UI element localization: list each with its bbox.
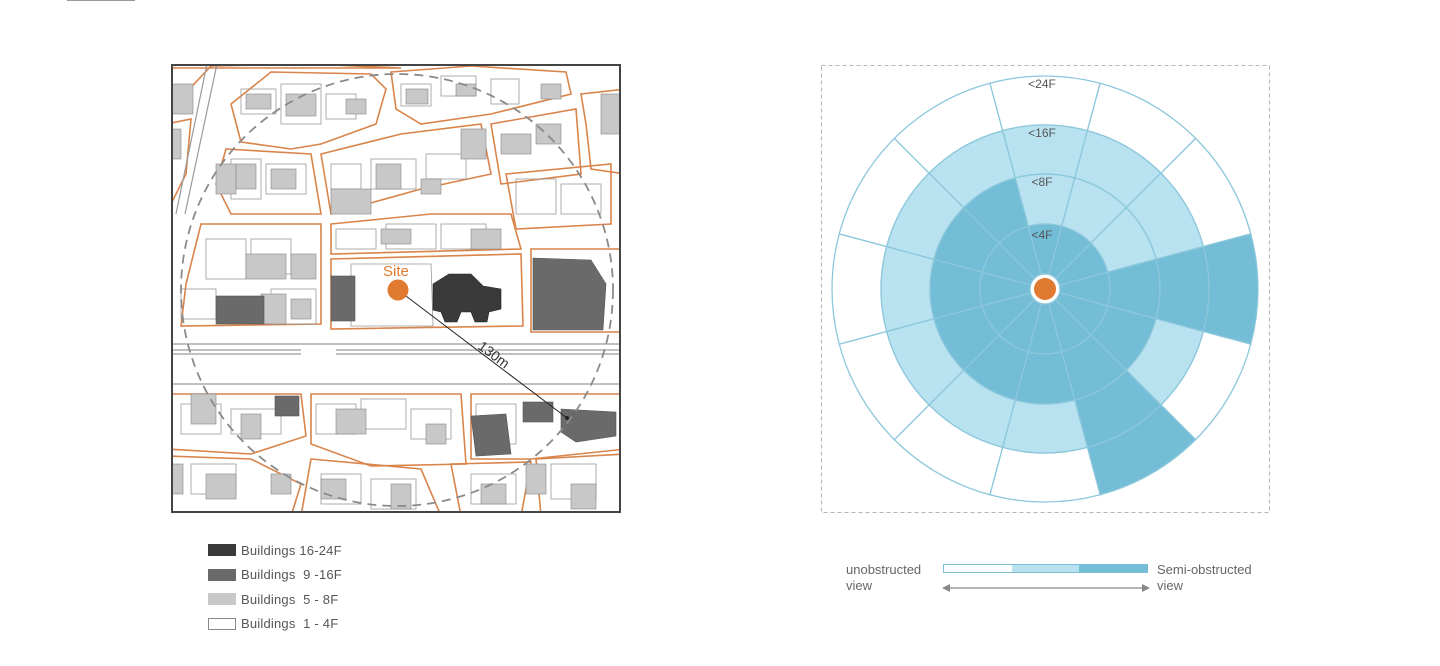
scale-gradient-bar [943, 564, 1148, 573]
ring-segment [1001, 399, 1089, 454]
scale-segment-semi [1079, 565, 1148, 572]
double-arrow-icon [942, 584, 1150, 592]
site-label: Site [383, 263, 409, 280]
scale-segment-partial [1011, 565, 1080, 572]
legend-label: Buildings 16-24F [241, 542, 342, 558]
site-map: Site 130m [171, 64, 621, 513]
site-marker [387, 279, 409, 301]
header-rule [67, 0, 135, 1]
legend-item-5-8f: Buildings 5 - 8F [208, 587, 342, 612]
legend-item-16-24f: Buildings 16-24F [208, 538, 342, 563]
scale-left-line1: unobstructed [846, 562, 922, 577]
ring-label-16f: <16F [1028, 126, 1056, 140]
legend-label: Buildings 1 - 4F [241, 616, 339, 632]
scale-right-line1: Semi-obstructed [1157, 562, 1252, 577]
legend-swatch [208, 617, 236, 630]
legend-item-1-4f: Buildings 1 - 4F [208, 612, 342, 637]
legend-item-9-16f: Buildings 9 -16F [208, 563, 342, 588]
scale-right-label: Semi-obstructed view [1157, 562, 1252, 594]
obstruction-scale: unobstructed view Semi-obstructed view [846, 562, 1276, 602]
ring-label-4f: <4F [1031, 228, 1052, 242]
ring-segment [880, 245, 935, 333]
legend-swatch [208, 568, 236, 581]
legend-label: Buildings 5 - 8F [241, 591, 339, 607]
scale-left-label: unobstructed view [846, 562, 921, 594]
ring-segment [1155, 245, 1210, 333]
ring-segment [1202, 233, 1259, 345]
ring-label-24f: <24F [1028, 77, 1056, 91]
scale-right-line2: view [1157, 578, 1184, 593]
legend-label: Buildings 9 -16F [241, 567, 342, 583]
ring-segment [989, 446, 1101, 503]
building-height-legend: Buildings 16-24F Buildings 9 -16F Buildi… [208, 538, 342, 636]
legend-swatch [208, 544, 236, 557]
ring-label-8f: <8F [1031, 175, 1052, 189]
scale-segment-unobstructed [944, 565, 1012, 572]
scale-left-line2: view [846, 578, 873, 593]
ring-segment [831, 233, 888, 345]
site-center-marker [1034, 278, 1056, 300]
view-obstruction-diagram: <24F <16F <8F <4F [821, 65, 1270, 513]
legend-swatch [208, 593, 236, 606]
